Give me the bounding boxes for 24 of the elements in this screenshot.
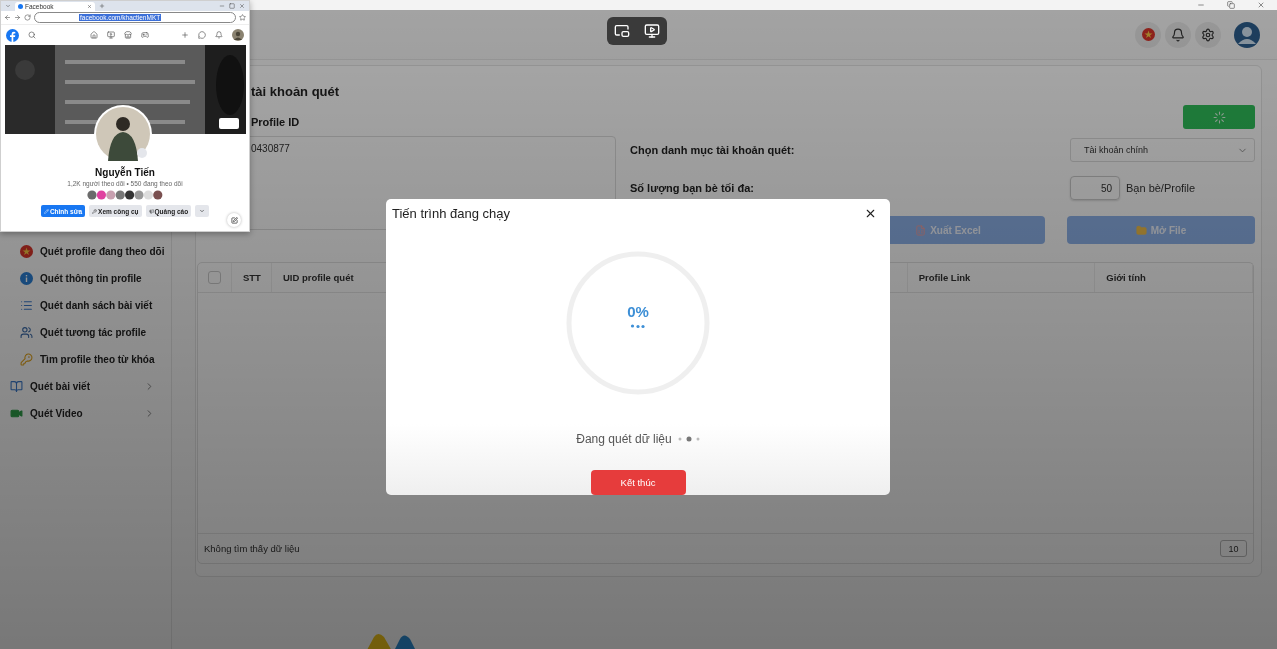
sidebar-item[interactable]: Quét thông tin profile (0, 265, 171, 292)
page-size-field[interactable]: 10 (1220, 540, 1247, 557)
unit-label: Bạn bè/Profile (1126, 182, 1196, 194)
sidebar-item[interactable]: Tìm profile theo từ khóa (0, 346, 171, 373)
number-field[interactable]: 50 (1070, 176, 1120, 200)
sidebar-item[interactable]: Quét tương tác profile (0, 319, 171, 346)
section-title: tài khoản quét (250, 84, 341, 101)
column-header: STT (231, 263, 272, 292)
progress-percent: 0% (627, 302, 649, 320)
profile-name: Nguyễn Tiến (95, 167, 155, 178)
field-label: Chọn danh mục tài khoản quét: (630, 144, 796, 156)
category-dropdown[interactable]: Tài khoản chính (1070, 138, 1255, 162)
column-header: Giới tính (1095, 263, 1253, 292)
sidebar-item[interactable]: Quét bài viết (0, 373, 171, 400)
sidebar-item[interactable]: Quét Video (0, 400, 171, 427)
column-header: Profile Link (907, 263, 1096, 292)
field-label: Số lượng bạn bè tối đa: (630, 182, 755, 194)
stop-button[interactable]: Kết thúc (590, 470, 686, 495)
sidebar-item[interactable]: Quét danh sách bài viết (0, 292, 171, 319)
status-text: Đang quét dữ liệu (576, 432, 672, 447)
field-label: Profile ID (250, 116, 301, 128)
sidebar-item[interactable]: Quét profile đang theo dõi (0, 238, 171, 265)
empty-message: Không tìm thấy dữ liệu (204, 543, 300, 554)
dialog-title: Tiến trình đang chạy (392, 206, 511, 221)
